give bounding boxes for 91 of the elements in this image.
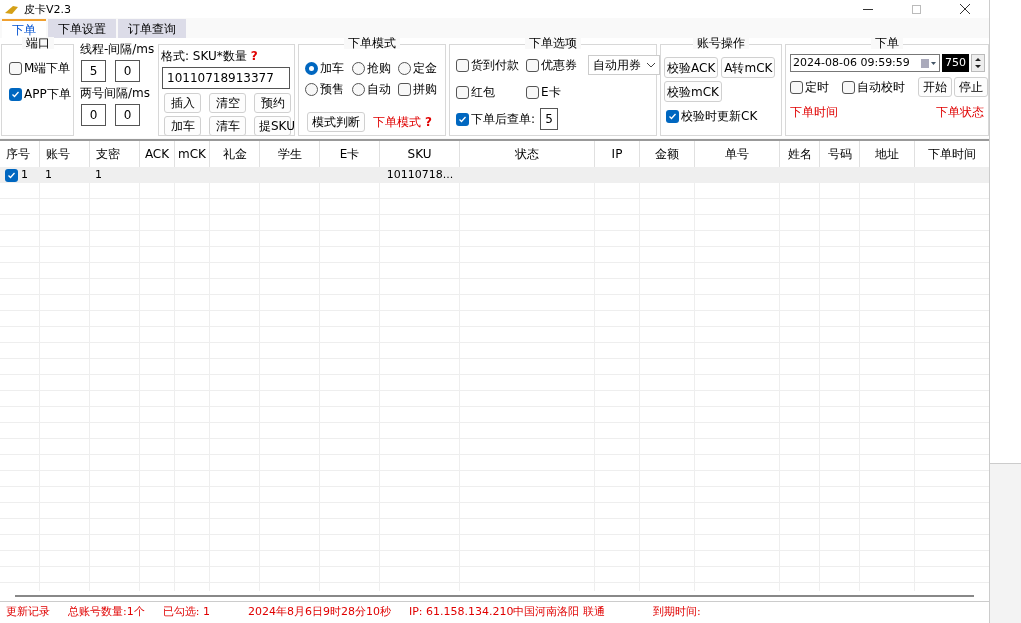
spinner-icon[interactable] (971, 54, 985, 72)
checkmark-icon (668, 111, 677, 121)
option-label: 自动校时 (856, 79, 905, 96)
minimize-icon[interactable] (863, 8, 873, 10)
option-label: 定金 (413, 60, 438, 77)
status-text: 2024年8月6日9时28分10秒 (247, 604, 391, 621)
checkmark-icon (458, 114, 467, 124)
group-title: 下单选项 (525, 37, 581, 49)
option-label: 下单后查单: (471, 111, 536, 128)
option-label: APP下单 (24, 86, 71, 103)
action-button[interactable]: 清空 (209, 93, 246, 113)
checkmark-icon (7, 170, 16, 180)
status-text: IP: 61.158.134.210中国河南洛阳 联通 (408, 604, 605, 621)
checkbox[interactable] (456, 85, 469, 99)
option-label: 自动 (366, 81, 391, 98)
action-button[interactable]: 加车 (164, 116, 201, 136)
caret-icon (647, 62, 655, 68)
radio-button[interactable] (398, 61, 412, 75)
option-label: 拼购 (413, 81, 438, 98)
input-field[interactable]: 0 (115, 60, 140, 82)
action-button[interactable]: 校验ACK (664, 57, 719, 78)
checkbox[interactable] (5, 168, 18, 182)
milliseconds-field[interactable]: 750 (942, 54, 969, 72)
option-label: 优惠券 (541, 57, 577, 74)
tab[interactable]: 下单设置 (48, 19, 116, 38)
action-button[interactable]: 预约 (254, 93, 291, 113)
calendar-icon[interactable] (921, 58, 937, 68)
tab[interactable]: 下单 (2, 19, 46, 38)
option-label: 下单状态 (936, 104, 984, 121)
datetime-field[interactable]: 2024-08-06 09:59:59 (790, 54, 940, 72)
checkbox[interactable] (526, 58, 539, 72)
input-field[interactable]: 10110718913377 (162, 67, 290, 89)
table-row[interactable]: 1 1 1 10110718... (0, 167, 989, 183)
status-text[interactable]: 更新记录 (6, 604, 50, 621)
group-title: 下单 (871, 37, 903, 49)
close-icon[interactable] (960, 4, 970, 14)
radio-button[interactable] (351, 82, 365, 96)
option-label: 红包 (471, 84, 495, 101)
checkbox[interactable] (398, 82, 412, 96)
checkbox[interactable] (841, 80, 855, 94)
radio-button[interactable] (305, 82, 318, 96)
checkbox[interactable] (526, 85, 539, 99)
action-button[interactable]: 开始 (918, 77, 952, 97)
table-cell-text: 1 (21, 166, 28, 183)
option-label: 下单模式 (373, 114, 421, 131)
status-text: 总账号数量:1个 (68, 604, 145, 621)
action-button[interactable]: A转mCK (721, 57, 776, 78)
radio-button[interactable] (351, 61, 365, 75)
status-text: 已勾选: 1 (162, 604, 210, 621)
coupon-dropdown[interactable]: 自动用券 (588, 55, 660, 75)
option-label: 抢购 (366, 60, 391, 77)
input-field[interactable]: 0 (115, 104, 140, 126)
action-button[interactable]: 插入 (164, 93, 201, 113)
option-label: 格式: SKU*数量 (161, 48, 247, 65)
group-title: 下单模式 (344, 37, 400, 49)
option-label: 线程-间隔/ms (80, 41, 155, 58)
action-button[interactable]: 模式判断 (307, 112, 365, 132)
table-cell-text: 10110718... (386, 166, 454, 183)
option-label: 校验时更新CK (681, 108, 758, 125)
option-label: E卡 (541, 84, 561, 101)
radio-button[interactable] (305, 61, 318, 75)
checkbox[interactable] (456, 58, 469, 72)
option-label: 下单时间 (790, 104, 838, 121)
checkbox[interactable] (456, 112, 469, 126)
app-icon (4, 3, 20, 15)
option-label: 加车 (320, 60, 344, 77)
checkbox[interactable] (666, 109, 679, 123)
option-label: 定时 (805, 79, 829, 96)
checkbox[interactable] (790, 80, 803, 94)
tab[interactable]: 订单查询 (118, 19, 186, 38)
action-button[interactable]: 停止 (954, 77, 988, 97)
group-title: 账号操作 (693, 37, 749, 49)
action-button[interactable]: 清车 (209, 116, 246, 136)
option-label: 两号间隔/ms (80, 85, 151, 102)
option-label: 预售 (320, 81, 344, 98)
table-cell-text: 1 (45, 166, 52, 183)
checkmark-icon (11, 89, 20, 99)
table-cell-text: 1 (95, 166, 102, 183)
group-title: 端口 (21, 37, 54, 49)
help-mark[interactable]: ? (425, 113, 432, 131)
input-field[interactable]: 5 (540, 108, 559, 130)
checkbox[interactable] (9, 61, 22, 75)
option-label: M端下单 (24, 60, 71, 77)
action-button[interactable]: 校验mCK (664, 81, 722, 102)
status-text: 到期时间: (652, 604, 701, 621)
window-title: 皮卡V2.3 (24, 3, 72, 15)
input-field[interactable]: 0 (81, 104, 106, 126)
input-field[interactable]: 5 (81, 60, 106, 82)
help-mark[interactable]: ? (250, 47, 258, 65)
checkbox[interactable] (9, 87, 22, 101)
option-label: 货到付款 (471, 57, 519, 74)
